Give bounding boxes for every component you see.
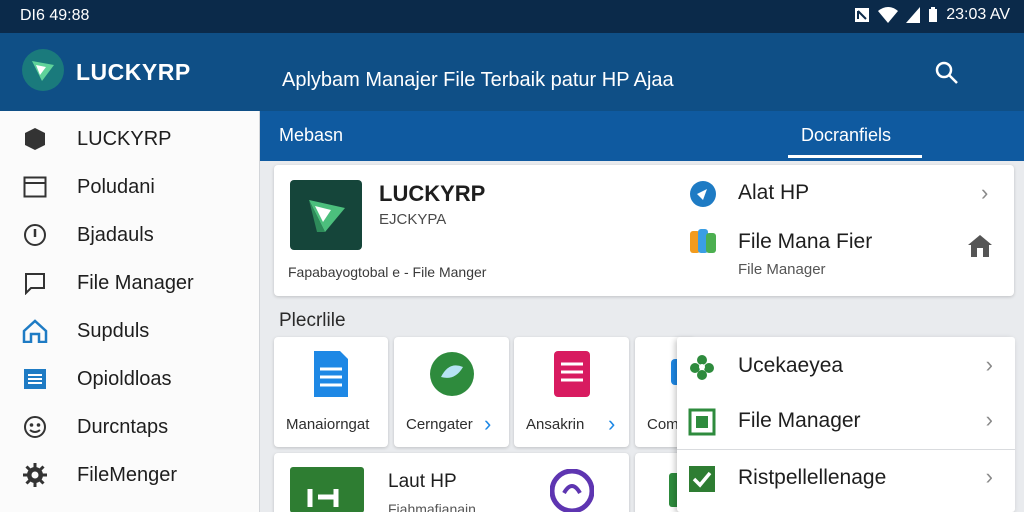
- drawer-item-label: LUCKYRP: [77, 127, 172, 150]
- section-title: Plecrlile: [279, 310, 346, 331]
- tile-label: Cerngater: [406, 416, 473, 433]
- battery-icon: [929, 7, 938, 22]
- bottom-tile-subtitle: Fiahmafianain: [388, 501, 476, 512]
- window-icon: [22, 174, 48, 200]
- bottom-tile-laut-hp[interactable]: Laut HP Fiahmafianain: [274, 453, 629, 512]
- nav-drawer: LUCKYRP Poludani Bjadauls File Manager S…: [0, 111, 260, 512]
- featured-subtitle: EJCKYPA: [379, 211, 447, 228]
- drawer-item-opioldloas[interactable]: Opioldloas: [0, 357, 260, 401]
- chevron-right-icon[interactable]: ›: [484, 411, 491, 437]
- document-icon: [308, 349, 354, 399]
- face-icon: [22, 414, 48, 440]
- active-tab-indicator: [788, 155, 922, 158]
- chevron-right-icon[interactable]: ›: [981, 180, 988, 206]
- signal-icon: [906, 7, 921, 23]
- app-subtitle: Aplybam Manajer File Terbaik patur HP Aj…: [282, 69, 674, 91]
- app-name: LUCKYRP: [76, 59, 191, 85]
- tile-ansakrin[interactable]: Ansakrin ›: [514, 337, 629, 447]
- right-item-file-mana-fier[interactable]: File Mana Fier: [738, 230, 872, 254]
- drawer-item-bjadauls[interactable]: Bjadauls: [0, 213, 260, 257]
- compass-icon: [690, 181, 716, 207]
- drawer-item-poludani[interactable]: Poludani: [0, 165, 260, 209]
- tile-manaiorngat[interactable]: Manaiorngat: [274, 337, 388, 447]
- status-time-right: 23:03 AV: [946, 6, 1010, 23]
- drawer-item-label: Supduls: [77, 319, 150, 342]
- popup-menu: Ucekaeyea › File Manager › Ristpellellen…: [677, 337, 1015, 512]
- app-logo-icon: [309, 200, 345, 232]
- popup-item-file-manager[interactable]: File Manager ›: [677, 393, 1015, 449]
- gear-icon: [22, 462, 48, 488]
- drawer-item-durcntaps[interactable]: Durcntaps: [0, 405, 260, 449]
- green-app-icon: [290, 467, 364, 512]
- drawer-item-file-manager[interactable]: File Manager: [0, 261, 260, 305]
- drawer-item-supduls[interactable]: Supduls: [0, 309, 260, 353]
- right-item-alat-hp[interactable]: Alat HP: [738, 181, 809, 205]
- status-time-left: DI6 49:88: [20, 7, 90, 24]
- tile-label: Ansakrin: [526, 416, 585, 433]
- leaf-icon: [687, 352, 717, 382]
- drawer-item-label: Durcntaps: [77, 415, 169, 438]
- tile-cerngater[interactable]: Cerngater ›: [394, 337, 509, 447]
- chat-bubble-icon: [22, 270, 48, 296]
- purple-circle-icon: [549, 468, 595, 512]
- chevron-right-icon[interactable]: ›: [986, 464, 993, 490]
- popup-item-label: File Manager: [738, 409, 861, 432]
- home-icon: [22, 318, 48, 344]
- wifi-icon: [878, 7, 899, 23]
- hexagon-icon: [22, 126, 48, 152]
- chevron-right-icon[interactable]: ›: [986, 407, 993, 433]
- app-logo[interactable]: [22, 49, 64, 91]
- popup-item-label: Ucekaeyea: [738, 354, 844, 377]
- status-bar: DI6 49:88 23:03 AV: [0, 0, 1024, 33]
- drawer-item-luckyrp[interactable]: LUCKYRP: [0, 117, 260, 161]
- right-item-subtitle: File Manager: [738, 261, 826, 278]
- logo-icon: [32, 61, 54, 81]
- green-circle-icon: [429, 349, 475, 399]
- list-icon: [22, 366, 48, 392]
- tab-mebasn[interactable]: Mebasn: [279, 125, 343, 146]
- drawer-item-label: Poludani: [77, 175, 155, 198]
- tab-bar: Mebasn Docranfiels: [260, 111, 1024, 161]
- featured-app-icon[interactable]: [290, 180, 362, 250]
- drawer-item-label: Bjadauls: [77, 223, 154, 246]
- drawer-item-label: FileMenger: [77, 463, 178, 486]
- box-icon: [687, 407, 717, 437]
- popup-item-ristpellellenage[interactable]: Ristpellellenage ›: [677, 450, 1015, 506]
- status-icons: 23:03 AV: [854, 6, 1010, 24]
- notes-icon: [549, 349, 595, 399]
- chevron-right-icon[interactable]: ›: [986, 352, 993, 378]
- popup-item-ucekaeyea[interactable]: Ucekaeyea ›: [677, 338, 1015, 394]
- info-icon: [22, 222, 48, 248]
- app-bar: LUCKYRP Aplybam Manajer File Terbaik pat…: [0, 33, 1024, 111]
- popup-item-label: Ristpellellenage: [738, 466, 887, 489]
- search-icon[interactable]: [934, 60, 960, 86]
- check-icon: [687, 464, 717, 494]
- tile-label: Com: [647, 416, 679, 433]
- colorful-app-icon: [690, 229, 716, 253]
- house-icon[interactable]: [966, 233, 994, 259]
- featured-title: LUCKYRP: [379, 181, 486, 206]
- chevron-right-icon[interactable]: ›: [608, 411, 615, 437]
- featured-footer: Fapabayogtobal e - File Manger: [288, 264, 487, 280]
- drawer-item-filemenger[interactable]: FileMenger: [0, 453, 260, 497]
- nfc-icon: [855, 8, 870, 22]
- bottom-tile-title: Laut HP: [388, 471, 457, 492]
- drawer-item-label: File Manager: [77, 271, 194, 294]
- drawer-item-label: Opioldloas: [77, 367, 172, 390]
- tab-docranfiels[interactable]: Docranfiels: [801, 125, 891, 146]
- tile-label: Manaiorngat: [286, 416, 370, 433]
